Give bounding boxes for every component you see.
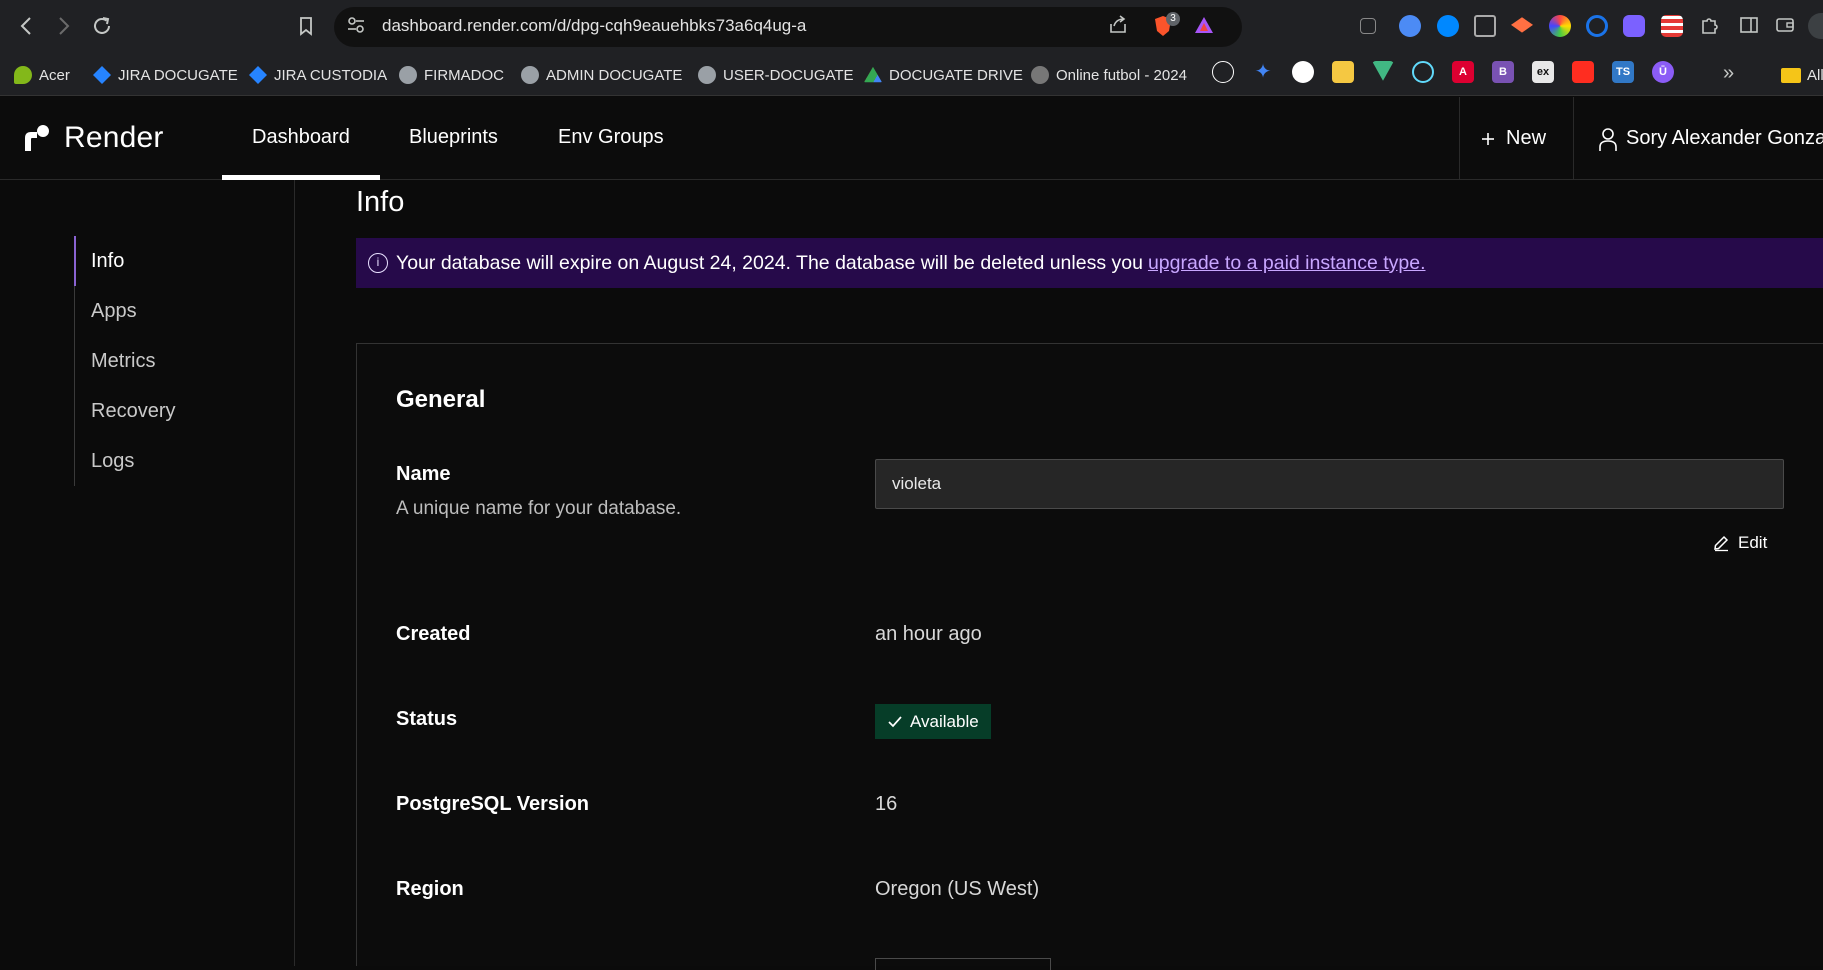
browser-toolbar: dashboard.render.com/d/dpg-cqh9eauehbks7…	[0, 0, 1823, 54]
user-menu-button[interactable]: Sory Alexander Gonzalez	[1598, 97, 1823, 180]
new-button[interactable]: New	[1480, 97, 1546, 180]
name-label: Name	[396, 463, 451, 485]
jira-icon	[93, 66, 111, 84]
colorzilla-icon[interactable]	[1549, 15, 1571, 37]
app-header: Render Dashboard Blueprints Env Groups N…	[0, 97, 1823, 180]
express-icon[interactable]: ex	[1532, 61, 1554, 83]
bootstrap-icon[interactable]: B	[1492, 61, 1514, 83]
globe-icon	[521, 66, 539, 84]
banner-text: Your database will expire on August 24, …	[396, 251, 1143, 274]
shazam-icon[interactable]	[1437, 15, 1459, 37]
tab-dashboard[interactable]: Dashboard	[222, 97, 380, 180]
edit-name-button[interactable]: Edit	[1712, 533, 1767, 553]
brave-rewards-icon[interactable]	[1192, 14, 1216, 38]
gemini-icon[interactable]: ✦	[1252, 61, 1274, 83]
sidebar-item-logs[interactable]: Logs	[75, 436, 294, 486]
bookmark-jira-docugate[interactable]: JIRA DOCUGATE	[93, 54, 238, 96]
status-badge: Available	[875, 704, 991, 739]
forward-icon[interactable]	[50, 13, 76, 39]
bookmark-acer[interactable]: Acer	[14, 54, 70, 96]
info-icon: i	[368, 253, 388, 273]
angular-icon[interactable]: A	[1452, 61, 1474, 83]
soccer-ball-icon	[1031, 66, 1049, 84]
created-value: an hour ago	[875, 623, 982, 645]
tab-env-groups[interactable]: Env Groups	[558, 97, 664, 180]
render-logo[interactable]: Render	[24, 121, 164, 155]
globe-icon	[399, 66, 417, 84]
laravel-icon[interactable]	[1572, 61, 1594, 83]
bookmarks-overflow-icon[interactable]: »	[1723, 62, 1734, 85]
name-field[interactable]: violeta	[875, 459, 1784, 509]
google-drive-icon	[864, 66, 882, 83]
extensions-puzzle-icon[interactable]	[1697, 14, 1723, 38]
all-bookmarks-folder[interactable]: All	[1781, 54, 1823, 96]
reload-icon[interactable]	[89, 13, 115, 39]
folder-icon	[1781, 67, 1801, 83]
react-icon[interactable]	[1412, 61, 1434, 83]
name-field-value: violeta	[892, 474, 942, 493]
partial-field[interactable]	[875, 958, 1051, 970]
extension-grid-icon[interactable]	[1661, 15, 1683, 37]
user-icon	[1599, 127, 1617, 151]
sidebar-nav: Info Apps Metrics Recovery Logs	[74, 236, 294, 486]
extension-c-icon[interactable]	[1474, 15, 1496, 37]
name-description: A unique name for your database.	[396, 498, 682, 519]
extension-hat-icon[interactable]	[1511, 17, 1533, 33]
logo-text: Render	[64, 121, 164, 154]
globe-icon	[698, 66, 716, 84]
bookmark-docugate-drive[interactable]: DOCUGATE DRIVE	[864, 54, 1023, 96]
extension-target-icon[interactable]	[1586, 15, 1608, 37]
sidebar-item-recovery[interactable]: Recovery	[75, 386, 294, 436]
render-logo-icon	[25, 125, 49, 151]
page-title: Info	[356, 186, 405, 218]
site-settings-icon[interactable]	[344, 14, 368, 38]
profile-icon[interactable]	[1808, 13, 1823, 39]
extension-flag-icon[interactable]	[1623, 15, 1645, 37]
share-icon[interactable]	[1106, 14, 1130, 38]
back-icon[interactable]	[14, 13, 40, 39]
acer-icon	[14, 66, 32, 84]
address-url[interactable]: dashboard.render.com/d/dpg-cqh9eauehbks7…	[382, 16, 806, 36]
emoji-icon[interactable]	[1332, 61, 1354, 83]
created-label: Created	[396, 623, 471, 645]
wallet-icon[interactable]	[1772, 14, 1798, 38]
section-title-general: General	[396, 386, 486, 413]
general-card	[356, 343, 1823, 966]
plus-icon	[1482, 132, 1494, 145]
status-label: Status	[396, 708, 458, 730]
user-name: Sory Alexander Gonzalez	[1626, 127, 1823, 149]
vue-icon[interactable]	[1372, 61, 1394, 81]
upgrade-link[interactable]: upgrade to a paid instance type.	[1148, 252, 1426, 275]
bookmark-firmadoc[interactable]: FIRMADOC	[399, 54, 504, 96]
github-icon[interactable]	[1292, 61, 1314, 83]
bookmark-icon[interactable]	[293, 13, 319, 39]
bookmark-online-futbol[interactable]: Online futbol - 2024	[1031, 54, 1187, 96]
header-divider	[1573, 97, 1574, 180]
postgres-version-label: PostgreSQL Version	[396, 793, 590, 815]
sidebar-item-info[interactable]: Info	[74, 236, 294, 286]
sidebar-toggle-icon[interactable]	[1736, 14, 1762, 38]
sidebar-item-apps[interactable]: Apps	[75, 286, 294, 336]
u-icon[interactable]: Ū	[1652, 61, 1674, 83]
bookmark-jira-custodia[interactable]: JIRA CUSTODIA	[249, 54, 387, 96]
extension-1-icon[interactable]	[1360, 18, 1376, 34]
sidebar-item-metrics[interactable]: Metrics	[75, 336, 294, 386]
region-value: Oregon (US West)	[875, 878, 1040, 900]
header-divider	[1459, 97, 1460, 180]
openai-icon[interactable]	[1212, 61, 1234, 83]
bookmark-user-docugate[interactable]: USER-DOCUGATE	[698, 54, 854, 96]
translate-icon[interactable]	[1399, 15, 1421, 37]
typescript-icon[interactable]: TS	[1612, 61, 1634, 83]
expiry-banner: i Your database will expire on August 24…	[356, 238, 1823, 288]
pencil-icon	[1714, 535, 1729, 552]
sidebar-divider	[294, 180, 295, 966]
jira-icon	[249, 66, 267, 84]
region-label: Region	[396, 878, 464, 900]
bookmarks-bar: Acer JIRA DOCUGATE JIRA CUSTODIA FIRMADO…	[0, 54, 1823, 96]
tab-blueprints[interactable]: Blueprints	[409, 97, 498, 180]
check-icon	[888, 715, 902, 727]
bookmark-admin-docugate[interactable]: ADMIN DOCUGATE	[521, 54, 682, 96]
postgres-version-value: 16	[875, 793, 898, 815]
brave-badge: 3	[1166, 12, 1180, 26]
